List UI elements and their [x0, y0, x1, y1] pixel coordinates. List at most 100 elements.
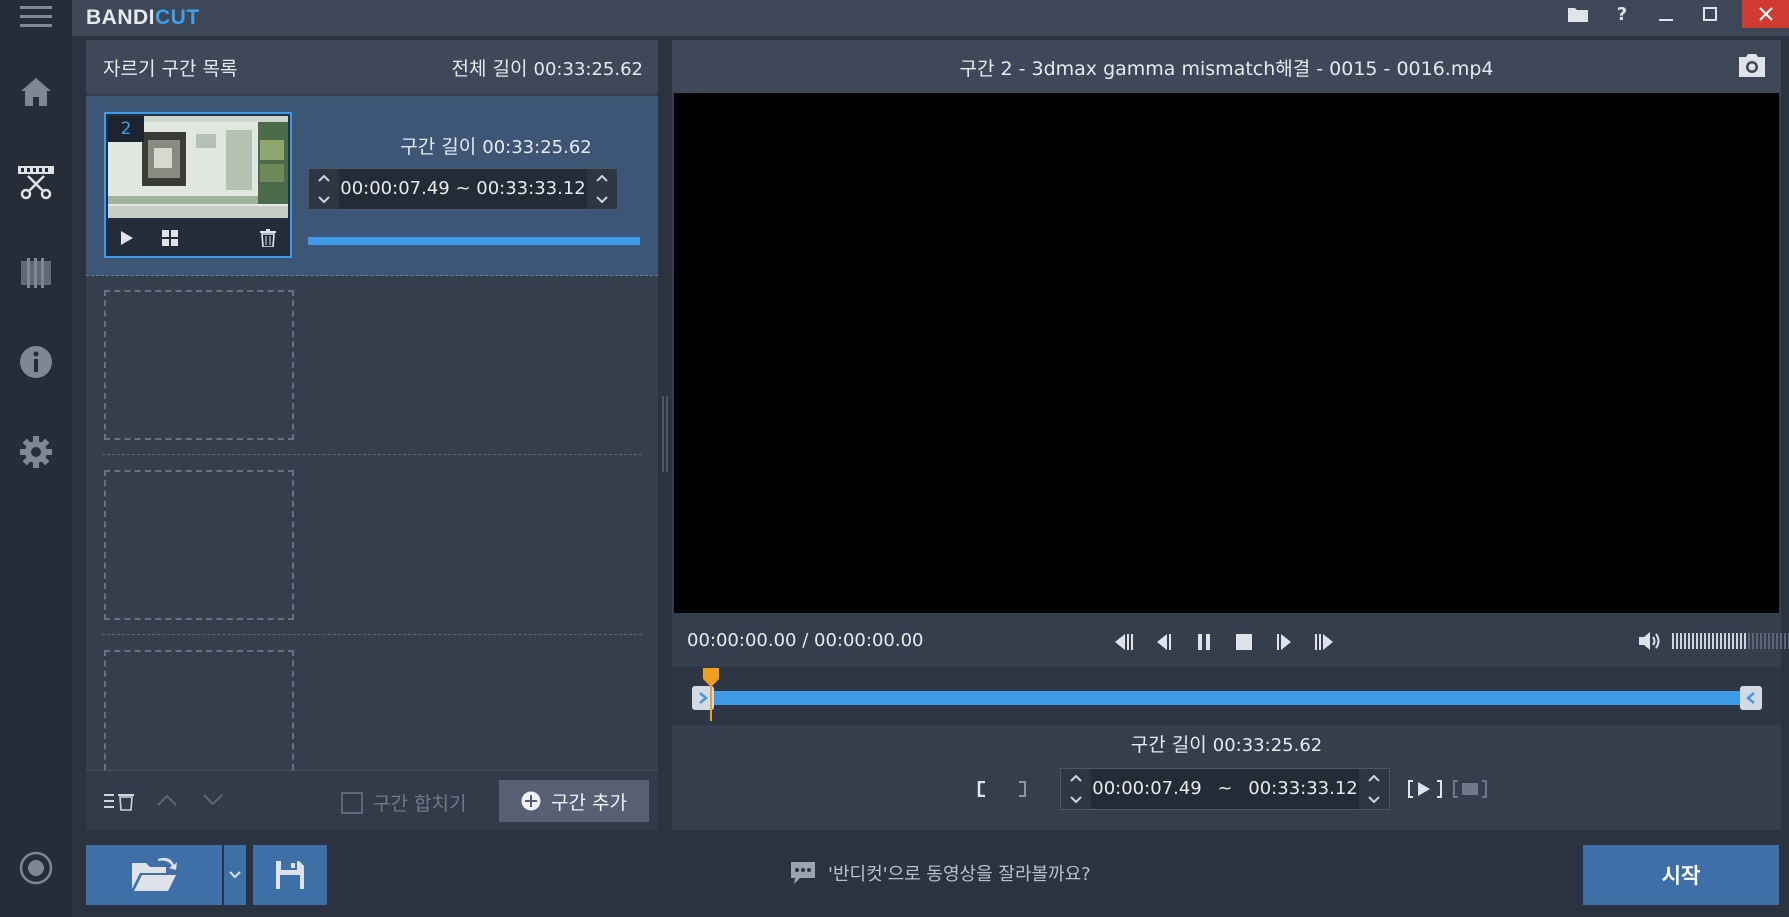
clear-list-icon[interactable]	[104, 791, 138, 811]
open-dropdown-button[interactable]	[224, 845, 246, 905]
volume-tick	[1700, 633, 1702, 649]
volume-tick	[1672, 633, 1674, 649]
next-segment-icon[interactable]	[1309, 628, 1339, 656]
info-icon[interactable]	[0, 332, 72, 392]
save-icon	[275, 860, 305, 890]
total-length: 전체 길이 00:33:25.62	[452, 54, 643, 81]
segment-list-header: 자르기 구간 목록 전체 길이 00:33:25.62	[86, 40, 658, 93]
segment-item[interactable]: 2 구간 길이 00:33:25.62 00:00:07.49 ~ 00:33:…	[86, 96, 658, 276]
add-segment-label: 구간 추가	[551, 791, 627, 814]
prev-segment-icon[interactable]	[1109, 628, 1139, 656]
prev-frame-icon[interactable]	[1149, 628, 1179, 656]
timeline[interactable]	[672, 667, 1781, 725]
volume-tick	[1748, 633, 1750, 649]
volume-tick	[1780, 633, 1782, 649]
add-segment-button[interactable]: 구간 추가	[499, 780, 649, 822]
minimize-icon[interactable]	[1644, 0, 1688, 28]
preview-segment-icon[interactable]	[1452, 778, 1488, 800]
record-icon[interactable]	[0, 838, 72, 898]
total-time: 00:00:00.00	[814, 630, 924, 651]
segment-range-field[interactable]: 00:00:07.49 ~ 00:33:33.12	[1060, 768, 1390, 810]
move-up-icon[interactable]	[156, 793, 178, 807]
current-time: 00:00:00.00	[687, 630, 797, 651]
volume-tick	[1760, 633, 1762, 649]
move-down-icon[interactable]	[202, 793, 224, 807]
timeline-selection	[694, 691, 1760, 705]
total-length-value: 00:33:25.62	[533, 59, 643, 80]
segment-length-label: 구간 길이	[1130, 734, 1207, 756]
segment-list-panel: 자르기 구간 목록 전체 길이 00:33:25.62 2 구간 길이 00:3…	[86, 40, 658, 830]
add-icon	[521, 791, 541, 811]
merge-segments-checkbox[interactable]: 구간 합치기	[341, 789, 466, 816]
next-frame-icon[interactable]	[1269, 628, 1299, 656]
panel-splitter[interactable]	[662, 396, 668, 472]
grid-icon[interactable]	[162, 230, 178, 246]
volume-tick	[1704, 633, 1706, 649]
stop-icon[interactable]	[1229, 628, 1259, 656]
merge-checkbox-box[interactable]	[341, 791, 363, 814]
video-preview[interactable]	[674, 93, 1779, 613]
home-icon[interactable]	[0, 62, 72, 122]
play-segment-icon[interactable]	[1407, 778, 1443, 800]
start-button[interactable]: 시작	[1583, 845, 1779, 905]
start-stepper[interactable]	[1061, 769, 1091, 809]
thumbnail-toolbar	[106, 220, 290, 256]
start-stepper[interactable]	[309, 169, 339, 209]
volume-tick	[1764, 633, 1766, 649]
volume-tick	[1712, 633, 1714, 649]
volume-tick	[1716, 633, 1718, 649]
segment-length-value: 00:33:25.62	[1212, 735, 1323, 756]
preview-header: 구간 2 - 3dmax gamma mismatch해결 - 0015 - 0…	[672, 40, 1781, 93]
cut-icon[interactable]	[0, 152, 72, 212]
segment-length-label: 구간 길이	[400, 136, 477, 158]
segment-length: 구간 길이 00:33:25.62	[672, 730, 1781, 757]
volume-slider[interactable]	[1672, 633, 1789, 649]
segment-thumbnail[interactable]: 2	[104, 112, 292, 258]
empty-segment-slot	[104, 470, 294, 620]
thumbnail-image: 2	[108, 116, 288, 218]
volume-tick	[1772, 633, 1774, 649]
range-separator: ~	[1217, 778, 1233, 799]
help-icon[interactable]: ?	[1600, 0, 1644, 28]
chat-icon	[790, 861, 816, 885]
menu-icon[interactable]	[0, 0, 72, 46]
maximize-icon[interactable]	[1688, 0, 1732, 28]
trash-icon[interactable]	[260, 229, 276, 247]
save-button[interactable]	[253, 845, 327, 905]
timeline-end-handle[interactable]	[1740, 686, 1762, 710]
volume-tick	[1744, 633, 1746, 649]
volume-tick	[1724, 633, 1726, 649]
open-file-button[interactable]	[86, 845, 222, 905]
film-icon[interactable]	[0, 242, 72, 302]
end-stepper[interactable]	[1359, 769, 1389, 809]
camera-icon[interactable]	[1737, 53, 1767, 79]
volume-tick	[1736, 633, 1738, 649]
pause-icon[interactable]	[1189, 628, 1219, 656]
folder-icon[interactable]	[1556, 0, 1600, 28]
end-stepper[interactable]	[587, 169, 617, 209]
slot-divider	[102, 454, 642, 455]
time-readout: 00:00:00.00 / 00:00:00.00	[687, 630, 923, 651]
segment-number-badge: 2	[108, 116, 144, 142]
close-icon[interactable]	[1742, 0, 1789, 28]
time-separator: /	[802, 630, 809, 651]
playhead-marker[interactable]	[702, 667, 720, 721]
volume-tick	[1752, 633, 1754, 649]
volume-tick	[1728, 633, 1730, 649]
preview-panel: 구간 2 - 3dmax gamma mismatch해결 - 0015 - 0…	[672, 40, 1789, 830]
range-start[interactable]: 00:00:07.49	[1092, 778, 1201, 799]
volume-icon[interactable]	[1637, 629, 1663, 653]
settings-icon[interactable]	[0, 422, 72, 482]
volume-tick	[1784, 633, 1786, 649]
play-icon[interactable]	[120, 230, 134, 246]
merge-label: 구간 합치기	[373, 793, 467, 815]
title-bar: BANDICUT ?	[72, 0, 1789, 36]
set-start-icon[interactable]	[972, 778, 992, 800]
left-nav	[0, 0, 72, 917]
segment-range-field[interactable]: 00:00:07.49 ~ 00:33:33.12	[308, 168, 618, 210]
range-end[interactable]: 00:33:33.12	[1248, 778, 1357, 799]
segment-range-text: 00:00:07.49 ~ 00:33:33.12	[340, 178, 586, 199]
volume-tick	[1696, 633, 1698, 649]
set-end-icon[interactable]	[1012, 778, 1032, 800]
volume-tick	[1676, 633, 1678, 649]
